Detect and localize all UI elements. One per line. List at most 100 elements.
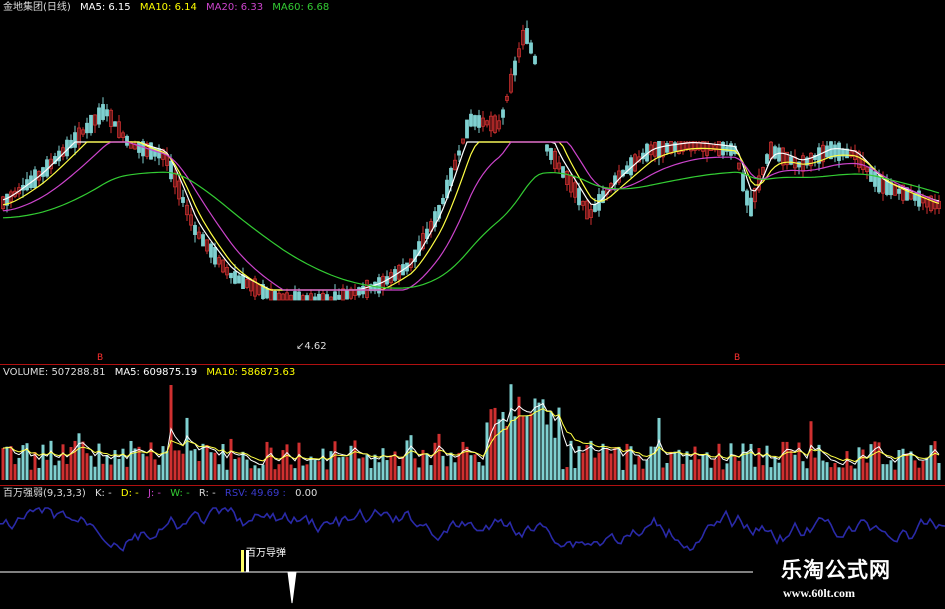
candle-body	[265, 288, 269, 299]
volume-bar	[573, 468, 577, 480]
indicator-rsv: RSV: 49.69 :	[224, 488, 286, 499]
candle-body	[533, 55, 537, 65]
volume-bar	[721, 469, 725, 480]
volume-bar	[533, 398, 537, 480]
volume-value: 507288.81	[51, 367, 106, 378]
volume-bar	[201, 443, 205, 480]
price-candles	[1, 14, 945, 301]
volume-bar	[513, 416, 517, 480]
volume-bar	[129, 440, 133, 480]
candle-body	[313, 296, 317, 301]
volume-bar	[821, 460, 825, 480]
volume-bar	[769, 467, 773, 480]
candle-body	[169, 160, 173, 180]
volume-bar	[921, 460, 925, 480]
volume-bar	[401, 456, 405, 480]
volume-bar	[369, 468, 373, 480]
volume-bar	[65, 463, 69, 480]
volume-bar	[909, 451, 913, 480]
volume-bar	[45, 459, 49, 480]
candle-body	[889, 182, 893, 196]
volume-bar	[813, 457, 817, 480]
volume-bar	[541, 399, 545, 480]
volume-bar	[537, 402, 541, 480]
volume-bar	[609, 453, 613, 480]
volume-bar	[405, 440, 409, 480]
volume-bar	[781, 441, 785, 480]
ma5-value: 6.15	[108, 2, 131, 13]
volume-bar	[377, 462, 381, 480]
candle-body	[873, 171, 877, 187]
candle-body	[593, 204, 597, 212]
candle-body	[473, 115, 477, 127]
volume-bar	[897, 450, 901, 480]
volume-bar	[693, 446, 697, 480]
candle-body	[125, 135, 129, 146]
watermark-title: 乐淘公式网	[781, 557, 891, 582]
volume-bar	[289, 464, 293, 480]
candle-body	[837, 142, 841, 161]
volume-bar	[257, 468, 261, 480]
volume-bar	[701, 455, 705, 480]
volume-label: VOLUME:	[3, 367, 49, 378]
volume-bar	[493, 407, 497, 480]
volume-bar	[509, 384, 513, 480]
vol-ma5-value: 609875.19	[143, 367, 198, 378]
volume-bar	[705, 452, 709, 480]
volume-bar	[245, 459, 249, 480]
low-price-annotation: ↙4.62	[296, 341, 327, 353]
ma20-value: 6.33	[240, 2, 264, 13]
volume-bar	[373, 454, 377, 480]
volume-bar	[545, 424, 549, 480]
volume-bar	[261, 464, 265, 480]
candle-body	[749, 197, 753, 217]
candle-body	[745, 190, 749, 206]
candle-body	[305, 295, 309, 301]
candle-body	[73, 132, 77, 148]
volume-bar	[321, 448, 325, 480]
volume-bar	[193, 449, 197, 480]
volume-bar	[173, 450, 177, 480]
candle-body	[213, 246, 217, 265]
buy-marker-right: B	[734, 353, 741, 363]
candle-body	[877, 175, 881, 193]
volume-bar	[93, 466, 97, 480]
candle-body	[209, 243, 213, 258]
volume-bar	[613, 447, 617, 480]
volume-bar	[789, 450, 793, 480]
candle-body	[113, 121, 117, 127]
volume-bar	[501, 411, 505, 480]
volume-bar	[101, 463, 105, 480]
volume-bars	[1, 384, 941, 480]
volume-bar	[49, 440, 53, 480]
indicator-w: W: -	[170, 488, 190, 499]
volume-bar	[57, 460, 61, 480]
volume-bar	[457, 452, 461, 480]
volume-bar	[77, 433, 81, 480]
volume-bar	[845, 451, 849, 480]
volume-bar	[581, 452, 585, 480]
chart-canvas[interactable]	[0, 0, 945, 609]
candle-body	[577, 188, 581, 206]
candle-body	[345, 290, 349, 300]
ma60-label: MA60:	[272, 2, 304, 13]
volume-bar	[325, 469, 329, 480]
candle-body	[85, 122, 89, 134]
volume-bar	[433, 442, 437, 480]
ma20-label: MA20:	[206, 2, 238, 13]
volume-bar	[505, 426, 509, 480]
volume-bar	[837, 467, 841, 480]
volume-bar	[453, 462, 457, 480]
candle-body	[333, 291, 337, 301]
candle-body	[273, 291, 277, 301]
volume-bar	[209, 452, 213, 480]
candle-body	[561, 166, 565, 178]
volume-bar	[929, 445, 933, 480]
candle-body	[293, 291, 297, 301]
volume-bar	[885, 464, 889, 480]
volume-bar	[785, 441, 789, 480]
volume-bar	[41, 444, 45, 480]
price-legend: 金地集团(日线) MA5: 6.15 MA10: 6.14 MA20: 6.33…	[3, 2, 335, 14]
volume-bar	[249, 468, 253, 480]
stock-name: 金地集团(日线)	[3, 2, 71, 13]
